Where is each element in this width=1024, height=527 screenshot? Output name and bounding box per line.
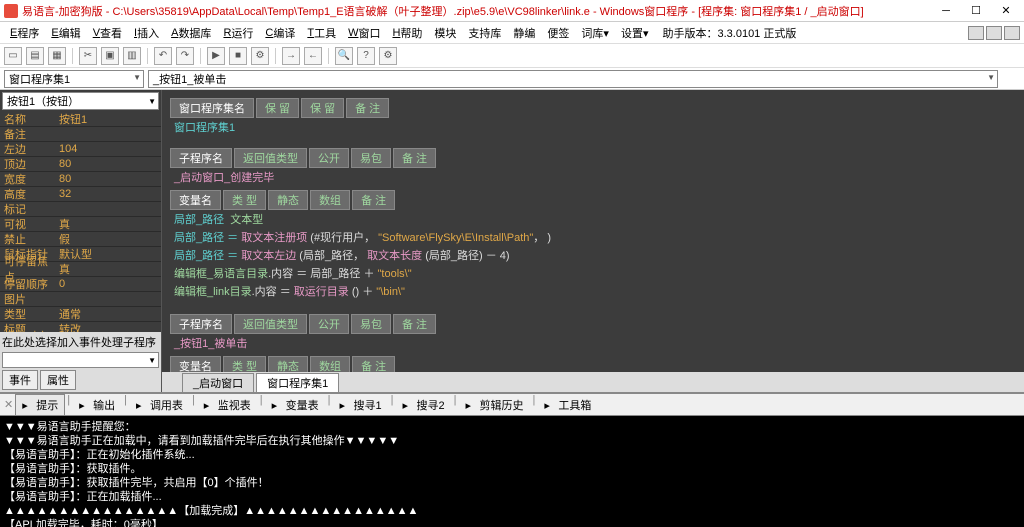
tool-run-icon[interactable]: ▶ [207,47,225,65]
mdi-close-icon[interactable] [1004,26,1020,40]
tool-new-icon[interactable]: ▭ [4,47,22,65]
menu-version: 助手版本：3.3.0101 正式版 [656,23,802,43]
programset-select[interactable]: 窗口程序集1 [4,70,144,88]
menu-15[interactable]: 设置▾ [615,23,655,43]
mdi-min-icon[interactable] [968,26,984,40]
output-tab-7[interactable]: ▸剪辑历史 [458,394,530,416]
property-panel: 按钮1（按钮） 名称按钮1备注左边104顶边80宽度80高度32标记可视真禁止假… [0,90,162,392]
menu-6[interactable]: C编译 [259,23,301,43]
output-tab-5[interactable]: ▸搜寻1 [333,394,389,416]
titlebar: 易语言-加密狗版 - C:\Users\35819\AppData\Local\… [0,0,1024,22]
event-hint: 在此处选择加入事件处理子程序 [2,334,159,350]
property-grid[interactable]: 名称按钮1备注左边104顶边80宽度80高度32标记可视真禁止假鼠标指针默认型可… [0,112,161,332]
main-area: 按钮1（按钮） 名称按钮1备注左边104顶边80宽度80高度32标记可视真禁止假… [0,90,1024,392]
menu-14[interactable]: 词库▾ [575,23,615,43]
output-panel: ✕ ▸提示|▸输出|▸调用表|▸监视表|▸变量表|▸搜寻1|▸搜寻2|▸剪辑历史… [0,392,1024,527]
prop-row[interactable]: 备注 [0,127,161,142]
tab-startwindow[interactable]: _启动窗口 [182,373,254,392]
menu-3[interactable]: I插入 [128,23,165,43]
editor-tabs: _启动窗口 窗口程序集1 [162,372,1024,392]
output-text[interactable]: ▼▼▼易语言助手提醒您：▼▼▼易语言助手正在加载中，请看到加载插件完毕后在执行其… [0,416,1024,527]
prop-row[interactable]: 类型通常 [0,307,161,322]
mdi-restore-icon[interactable] [986,26,1002,40]
tool-help-icon[interactable]: ? [357,47,375,65]
prop-row[interactable]: 停留顺序0 [0,277,161,292]
tool-outdent-icon[interactable]: ← [304,47,322,65]
menu-1[interactable]: E编辑 [45,23,86,43]
tool-undo-icon[interactable]: ↶ [154,47,172,65]
property-footer: 在此处选择加入事件处理子程序 事件 属性 [0,332,161,392]
tool-cut-icon[interactable]: ✂ [79,47,97,65]
tool-copy-icon[interactable]: ▣ [101,47,119,65]
menu-11[interactable]: 支持库 [462,23,507,43]
output-tab-8[interactable]: ▸工具箱 [537,394,598,416]
maximize-button[interactable]: ☐ [962,2,990,20]
menu-7[interactable]: T工具 [301,23,342,43]
menu-12[interactable]: 静编 [507,23,541,43]
output-tab-6[interactable]: ▸搜寻2 [396,394,452,416]
menu-5[interactable]: R运行 [217,23,259,43]
tool-redo-icon[interactable]: ↷ [176,47,194,65]
tool-stop-icon[interactable]: ■ [229,47,247,65]
prop-row[interactable]: 禁止假 [0,232,161,247]
menu-8[interactable]: W窗口 [342,23,386,43]
subroutine-select[interactable]: _按钮1_被单击 [148,70,998,88]
prop-row[interactable]: 高度32 [0,187,161,202]
output-tab-4[interactable]: ▸变量表 [265,394,326,416]
code-editor[interactable]: 窗口程序集名保 留保 留备 注窗口程序集1子程序名返回值类型公开易包备 注_启动… [162,90,1024,392]
tool-settings-icon[interactable]: ⚙ [379,47,397,65]
tool-indent-icon[interactable]: → [282,47,300,65]
menu-0[interactable]: E程序 [4,23,45,43]
output-tab-1[interactable]: ▸输出 [72,394,122,416]
prop-row[interactable]: 左边104 [0,142,161,157]
event-select[interactable] [2,352,159,368]
component-select[interactable]: 按钮1（按钮） [2,92,159,110]
prop-row[interactable]: 宽度80 [0,172,161,187]
output-tab-3[interactable]: ▸监视表 [197,394,258,416]
tool-save-icon[interactable]: ▦ [48,47,66,65]
output-tabbar: ✕ ▸提示|▸输出|▸调用表|▸监视表|▸变量表|▸搜寻1|▸搜寻2|▸剪辑历史… [0,394,1024,416]
app-icon [4,4,18,18]
menubar: E程序E编辑V查看I插入A数据库R运行C编译T工具W窗口H帮助模块支持库静编便签… [0,22,1024,44]
tool-compile-icon[interactable]: ⚙ [251,47,269,65]
tool-open-icon[interactable]: ▤ [26,47,44,65]
toolbar: ▭ ▤ ▦ ✂ ▣ ▥ ↶ ↷ ▶ ■ ⚙ → ← 🔍 ? ⚙ [0,44,1024,68]
prop-row[interactable]: 名称按钮1 [0,112,161,127]
output-tab-0[interactable]: ▸提示 [15,394,65,416]
panel-close-icon[interactable]: ✕ [4,398,13,411]
nav-dropdowns: 窗口程序集1 _按钮1_被单击 [0,68,1024,90]
props-button[interactable]: 属性 [40,370,76,390]
prop-row[interactable]: 图片 [0,292,161,307]
menu-13[interactable]: 便签 [541,23,575,43]
prop-row[interactable]: 顶边80 [0,157,161,172]
menu-4[interactable]: A数据库 [165,23,217,43]
tab-programset1[interactable]: 窗口程序集1 [256,373,339,392]
close-button[interactable]: ✕ [992,2,1020,20]
events-button[interactable]: 事件 [2,370,38,390]
prop-row[interactable]: 可视真 [0,217,161,232]
menu-9[interactable]: H帮助 [386,23,428,43]
output-tab-2[interactable]: ▸调用表 [129,394,190,416]
prop-row[interactable]: 可停留焦点真 [0,262,161,277]
prop-row[interactable]: 标记 [0,202,161,217]
minimize-button[interactable]: ─ [932,2,960,20]
menu-2[interactable]: V查看 [87,23,128,43]
tool-paste-icon[interactable]: ▥ [123,47,141,65]
tool-find-icon[interactable]: 🔍 [335,47,353,65]
menu-10[interactable]: 模块 [428,23,462,43]
window-title: 易语言-加密狗版 - C:\Users\35819\AppData\Local\… [22,3,932,19]
